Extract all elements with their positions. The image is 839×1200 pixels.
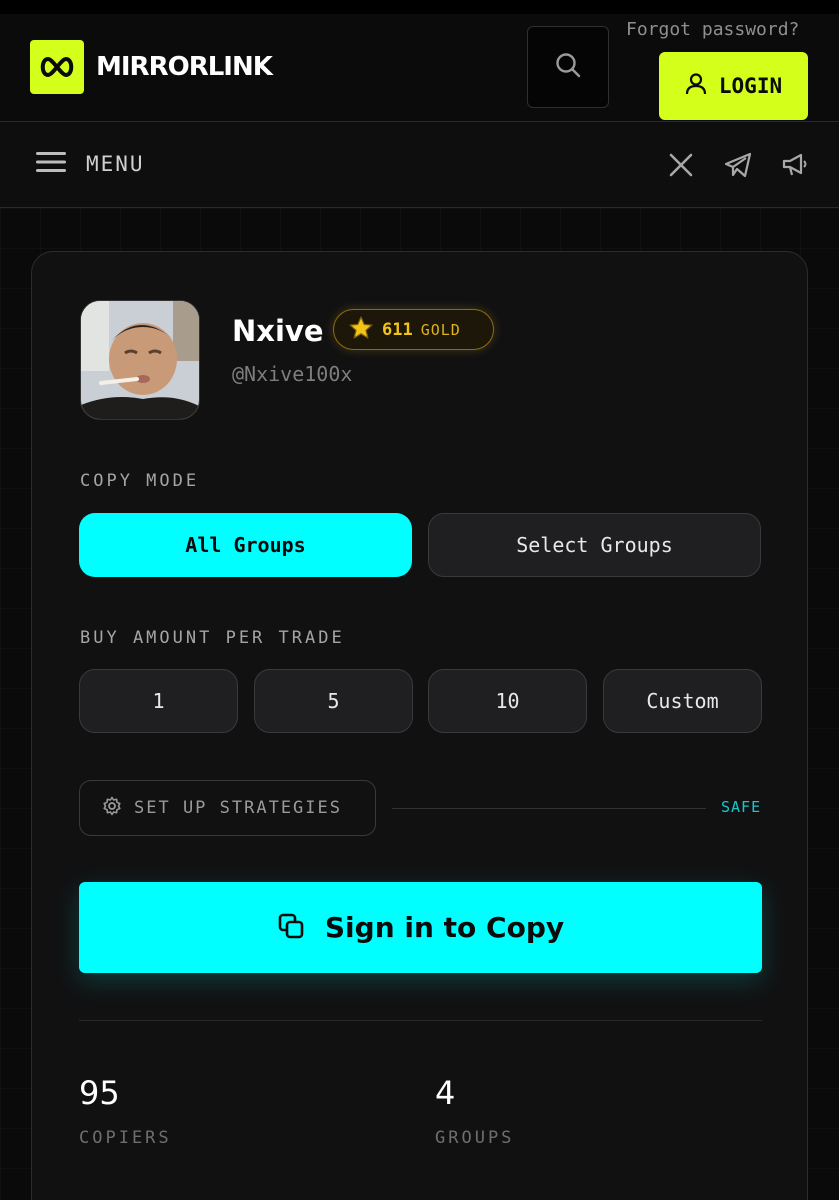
select-groups-button[interactable]: Select Groups: [428, 513, 761, 577]
amount-option-label: 10: [495, 689, 520, 713]
all-groups-label: All Groups: [185, 533, 306, 557]
profile-card: Nxive 611 GOLD @Nxive100x COPY MODE All …: [31, 251, 808, 1200]
copy-mode-label: COPY MODE: [80, 471, 200, 491]
copiers-label: COPIERS: [79, 1128, 172, 1148]
select-groups-label: Select Groups: [516, 533, 673, 557]
amount-option-1[interactable]: 1: [79, 669, 238, 733]
sign-in-to-copy-button[interactable]: Sign in to Copy: [79, 882, 762, 973]
amount-option-custom[interactable]: Custom: [603, 669, 762, 733]
amount-option-label: 1: [152, 689, 165, 713]
copy-icon: [277, 912, 305, 944]
cta-label: Sign in to Copy: [324, 911, 565, 944]
menu-label: MENU: [86, 152, 145, 176]
gold-points: 611: [382, 319, 413, 340]
setup-strategies-label: SET UP STRATEGIES: [134, 798, 342, 818]
forgot-password-link[interactable]: Forgot password?: [626, 19, 799, 40]
user-icon: [685, 72, 707, 101]
megaphone-icon[interactable]: [780, 150, 810, 180]
search-icon: [554, 51, 582, 83]
groups-label: GROUPS: [435, 1128, 515, 1148]
setup-strategies-button[interactable]: SET UP STRATEGIES: [79, 780, 376, 836]
amount-option-label: 5: [327, 689, 340, 713]
groups-count: 4: [435, 1074, 456, 1112]
gear-icon: [102, 796, 122, 821]
brand-name: MIRRORLINK: [96, 52, 273, 82]
strategy-status: SAFE: [721, 798, 762, 816]
hamburger-icon: [36, 150, 66, 178]
login-button[interactable]: LOGIN: [659, 52, 808, 120]
telegram-icon[interactable]: [723, 150, 753, 180]
login-label: LOGIN: [718, 74, 783, 98]
avatar: [80, 300, 200, 420]
amount-option-5[interactable]: 5: [254, 669, 413, 733]
x-icon[interactable]: [666, 150, 696, 180]
brand-logo[interactable]: MIRRORLINK: [30, 40, 273, 94]
top-bar: MIRRORLINK Forgot password? LOGIN: [0, 0, 839, 122]
all-groups-button[interactable]: All Groups: [79, 513, 412, 577]
search-button[interactable]: [527, 26, 609, 108]
infinity-icon: [30, 40, 84, 94]
profile-handle: @Nxive100x: [232, 362, 353, 386]
gold-badge: 611 GOLD: [333, 309, 494, 350]
amount-option-label: Custom: [646, 689, 719, 713]
strategy-divider: [392, 808, 706, 809]
menu-button[interactable]: MENU: [36, 150, 145, 178]
buy-amount-label: BUY AMOUNT PER TRADE: [80, 628, 345, 648]
stats-divider: [79, 1020, 762, 1021]
menu-bar: MENU: [0, 122, 839, 208]
copiers-count: 95: [79, 1074, 120, 1112]
star-icon: [348, 315, 374, 345]
profile-name: Nxive: [232, 314, 324, 348]
amount-option-10[interactable]: 10: [428, 669, 587, 733]
gold-tier: GOLD: [420, 320, 461, 339]
